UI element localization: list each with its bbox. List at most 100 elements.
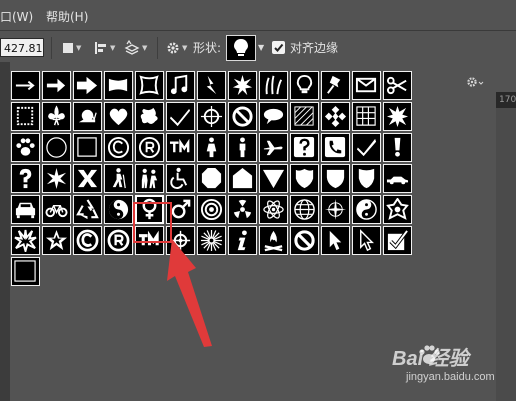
recycle-icon (76, 199, 99, 220)
shape-cell[interactable] (42, 102, 71, 131)
shape-cell[interactable] (197, 195, 226, 224)
shape-cell[interactable] (197, 164, 226, 193)
globe-icon (294, 199, 315, 220)
hiker-icon (112, 168, 126, 189)
shape-cell[interactable] (11, 102, 40, 131)
number-field[interactable]: 427.81 | (0, 38, 44, 57)
shape-cell[interactable] (228, 164, 257, 193)
shape-cell[interactable] (228, 195, 257, 224)
shape-cell[interactable] (73, 133, 102, 162)
shape-cell[interactable] (104, 102, 133, 131)
shape-cell[interactable] (166, 71, 195, 100)
shape-cell[interactable] (166, 164, 195, 193)
shape-cell[interactable] (321, 226, 350, 255)
shape-cell[interactable] (104, 164, 133, 193)
shape-cell[interactable] (321, 71, 350, 100)
path-align-button[interactable]: ▼ (94, 39, 124, 57)
shape-cell[interactable] (352, 164, 381, 193)
shape-cell[interactable] (228, 102, 257, 131)
shape-cell[interactable] (352, 71, 381, 100)
path-arrange-button[interactable]: ▼ (124, 39, 154, 57)
radiation-icon (233, 199, 252, 219)
settings-button[interactable]: ▼ (166, 39, 196, 57)
chevron-down-icon[interactable]: ▼ (258, 43, 264, 52)
shape-cell[interactable] (290, 133, 319, 162)
shape-cell[interactable] (383, 133, 412, 162)
shape-cell[interactable] (352, 102, 381, 131)
x-mark-icon (77, 169, 98, 188)
compass-icon (324, 198, 347, 221)
chevron-down-icon: ▼ (142, 44, 148, 52)
exclamation-icon (394, 137, 401, 157)
check-icon (274, 43, 284, 52)
shape-cell[interactable] (135, 102, 164, 131)
shape-cell[interactable] (352, 226, 381, 255)
shape-cell[interactable] (166, 133, 195, 162)
shape-cell[interactable] (290, 102, 319, 131)
shape-cell[interactable] (290, 226, 319, 255)
shape-cell[interactable] (73, 226, 102, 255)
shape-cell[interactable] (321, 195, 350, 224)
shape-cell[interactable] (259, 133, 288, 162)
shape-cell[interactable] (42, 226, 71, 255)
shape-cell[interactable] (259, 164, 288, 193)
shape-cell[interactable] (197, 226, 226, 255)
check-box-icon (356, 138, 377, 157)
splat-icon (140, 107, 158, 124)
shape-cell[interactable] (321, 164, 350, 193)
shape-cell[interactable] (352, 195, 381, 224)
shape-cell[interactable] (11, 226, 40, 255)
menu-help[interactable]: 帮助(H) (46, 8, 88, 25)
shape-cell[interactable] (135, 164, 164, 193)
shape-cell[interactable] (11, 195, 40, 224)
picker-menu-button[interactable] (466, 76, 486, 90)
shape-cell[interactable] (352, 133, 381, 162)
fill-square-button[interactable]: ▼ (62, 39, 92, 57)
shape-cell[interactable] (290, 195, 319, 224)
shape-cell[interactable] (259, 226, 288, 255)
shape-cell[interactable] (290, 71, 319, 100)
shape-cell[interactable] (11, 257, 40, 286)
shape-cell[interactable] (383, 195, 412, 224)
shape-cell[interactable] (104, 195, 133, 224)
shape-cell[interactable] (383, 71, 412, 100)
man-icon (239, 137, 246, 158)
shape-cell[interactable] (73, 71, 102, 100)
shape-cell[interactable] (228, 71, 257, 100)
trademark-icon (169, 138, 190, 153)
shape-cell[interactable] (228, 226, 257, 255)
shape-cell[interactable] (383, 102, 412, 131)
shape-cell[interactable] (42, 133, 71, 162)
shape-preview-button[interactable] (226, 35, 256, 61)
align-edges-checkbox[interactable] (272, 41, 285, 54)
shape-cell[interactable] (11, 164, 40, 193)
shape-cell[interactable] (259, 71, 288, 100)
shape-cell[interactable] (42, 71, 71, 100)
shape-cell[interactable] (73, 195, 102, 224)
shape-cell[interactable] (166, 102, 195, 131)
shape-cell[interactable] (197, 71, 226, 100)
shape-cell[interactable] (259, 195, 288, 224)
shape-cell[interactable] (135, 133, 164, 162)
shape-cell[interactable] (104, 226, 133, 255)
shape-cell[interactable] (73, 102, 102, 131)
shape-cell[interactable] (73, 164, 102, 193)
shape-cell[interactable] (290, 164, 319, 193)
shape-cell[interactable] (259, 102, 288, 131)
shape-cell[interactable] (42, 195, 71, 224)
shape-cell[interactable] (321, 102, 350, 131)
separator (51, 37, 52, 59)
shape-cell[interactable] (383, 164, 412, 193)
shape-cell[interactable] (104, 133, 133, 162)
shape-cell[interactable] (197, 102, 226, 131)
shape-cell[interactable] (104, 71, 133, 100)
shape-cell[interactable] (42, 164, 71, 193)
shape-cell[interactable] (11, 71, 40, 100)
shape-cell[interactable] (11, 133, 40, 162)
shape-cell[interactable] (197, 133, 226, 162)
menu-window[interactable]: 口(W) (0, 8, 33, 25)
shape-cell[interactable] (135, 71, 164, 100)
shape-cell[interactable] (321, 133, 350, 162)
shape-cell[interactable] (383, 226, 412, 255)
shape-cell[interactable] (228, 133, 257, 162)
